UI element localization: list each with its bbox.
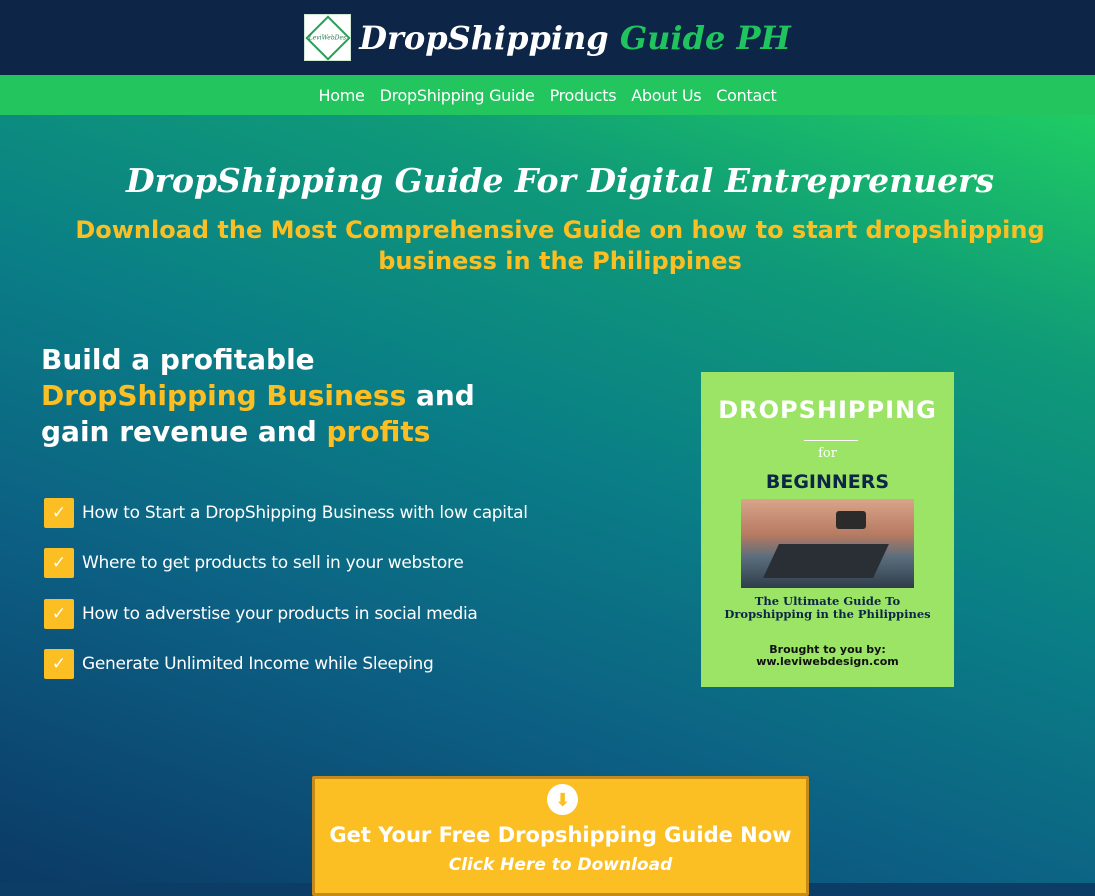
pitch-headline: Build a profitable DropShipping Business… <box>41 342 511 450</box>
nav-contact[interactable]: Contact <box>716 86 776 105</box>
benefits-list: ✓ How to Start a DropShipping Business w… <box>44 497 528 699</box>
download-guide-button[interactable]: ⬇ Get Your Free Dropshipping Guide Now C… <box>312 776 809 896</box>
pitch-highlight-profits: profits <box>326 415 431 448</box>
nav-home[interactable]: Home <box>319 86 365 105</box>
brand-guide-ph: Guide PH <box>619 18 791 57</box>
nav-dropshipping-guide[interactable]: DropShipping Guide <box>380 86 535 105</box>
benefit-text: How to adverstise your products in socia… <box>82 603 478 624</box>
list-item: ✓ Where to get products to sell in your … <box>44 548 528 579</box>
check-icon: ✓ <box>44 649 74 679</box>
hero-title: DropShipping Guide For Digital Entrepren… <box>125 161 995 200</box>
logo-emblem: LeviWebDes <box>305 14 351 61</box>
ebook-beginners: BEGINNERS <box>765 471 890 493</box>
list-item: ✓ Generate Unlimited Income while Sleepi… <box>44 649 528 680</box>
ebook-title: DROPSHIPPING <box>718 396 937 424</box>
ebook-divider <box>804 440 858 441</box>
list-item: ✓ How to adverstise your products in soc… <box>44 598 528 629</box>
pitch-highlight-business: DropShipping Business <box>41 379 407 412</box>
site-brand[interactable]: DropShipping Guide PH <box>359 19 790 57</box>
hero-subtitle: Download the Most Comprehensive Guide on… <box>75 216 1045 275</box>
logo-text: LeviWebDes <box>309 34 347 42</box>
cta-sub-label: Click Here to Download <box>448 855 673 875</box>
nav-products[interactable]: Products <box>550 86 617 105</box>
nav-about-us[interactable]: About Us <box>631 86 701 105</box>
main-nav: Home DropShipping Guide Products About U… <box>0 75 1095 115</box>
benefit-text: How to Start a DropShipping Business wit… <box>82 502 528 523</box>
check-icon: ✓ <box>44 497 74 528</box>
list-item: ✓ How to Start a DropShipping Business w… <box>44 497 528 528</box>
ebook-tagline-2: Dropshipping in the Philippines <box>724 607 931 621</box>
check-icon: ✓ <box>44 598 74 629</box>
ebook-credit-2: ww.leviwebdesign.com <box>756 655 899 668</box>
hero-section: DropShipping Guide For Digital Entrepren… <box>0 115 1095 896</box>
laptop-graphic <box>763 544 889 578</box>
arrow-down-circle-icon: ⬇ <box>547 784 578 815</box>
brand-dropshipping: DropShipping <box>359 18 609 57</box>
ebook-photo <box>741 499 914 588</box>
check-icon: ✓ <box>44 548 74 578</box>
ebook-cover: DROPSHIPPING for BEGINNERS The Ultimate … <box>701 372 954 687</box>
benefit-text: Generate Unlimited Income while Sleeping <box>82 654 434 674</box>
cta-main-label: Get Your Free Dropshipping Guide Now <box>329 823 792 847</box>
phone-graphic <box>836 511 866 529</box>
benefit-text: Where to get products to sell in your we… <box>82 553 464 573</box>
site-header: LeviWebDes DropShipping Guide PH <box>0 0 1095 75</box>
pitch-text-1: Build a profitable <box>41 343 315 376</box>
ebook-for: for <box>818 446 837 461</box>
ebook-credit: Brought to you by: ww.leviwebdesign.com <box>701 644 954 668</box>
ebook-tagline: The Ultimate Guide To Dropshipping in th… <box>701 595 954 621</box>
site-logo[interactable]: LeviWebDes <box>304 14 352 61</box>
